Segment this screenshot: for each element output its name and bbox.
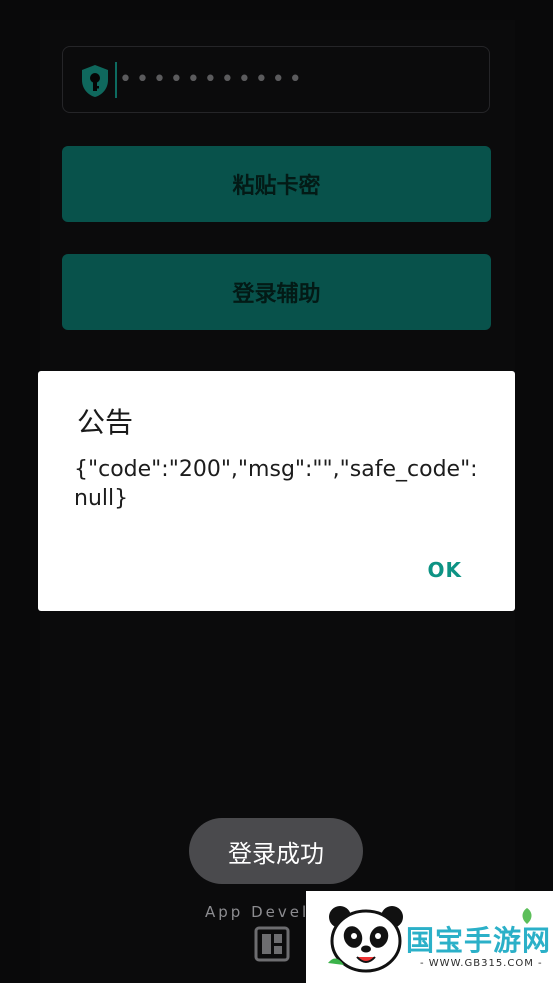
footer-credit: App Devel	[205, 903, 310, 921]
panda-logo-icon	[328, 906, 403, 973]
dashboard-icon	[254, 926, 290, 962]
watermark-brand: 国宝手游网	[406, 924, 552, 957]
watermark-url: - WWW.GB315.COM -	[420, 958, 543, 969]
dialog-message: {"code":"200","msg":"","safe_code":null}	[74, 457, 478, 511]
leaf-icon	[522, 908, 532, 924]
dialog-title: 公告	[77, 406, 134, 439]
ok-button[interactable]: OK	[428, 558, 463, 582]
announcement-dialog: 公告 {"code":"200","msg":"","safe_code":nu…	[38, 371, 515, 611]
toast-message: 登录成功	[189, 818, 363, 884]
watermark: 国宝手游网 - WWW.GB315.COM -	[306, 891, 553, 983]
